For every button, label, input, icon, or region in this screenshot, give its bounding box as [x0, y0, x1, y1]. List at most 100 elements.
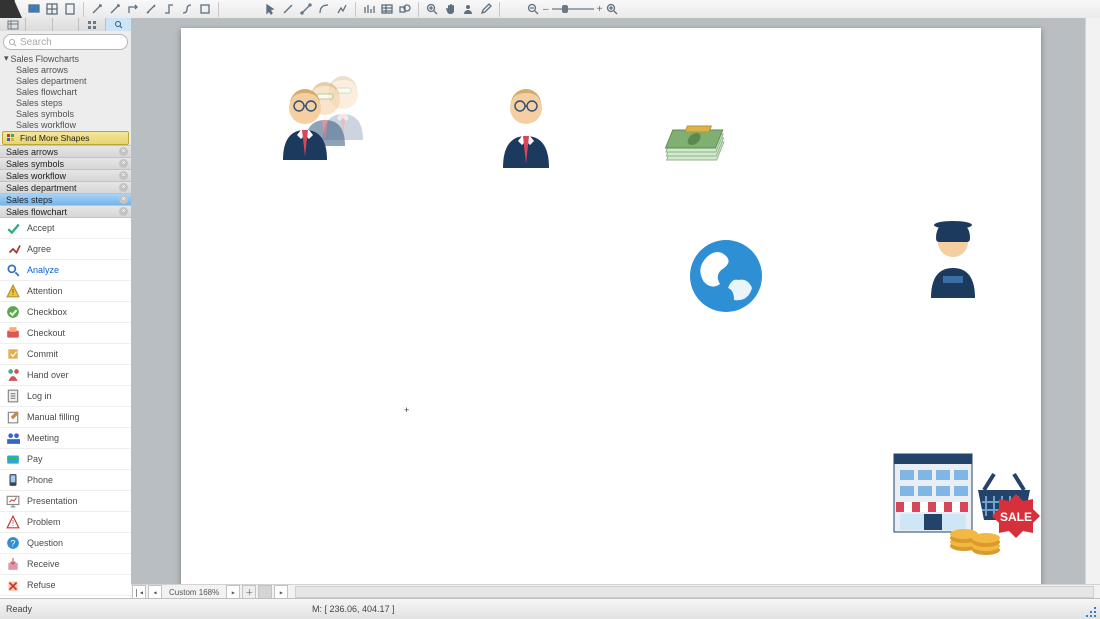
search-placeholder: Search	[20, 37, 52, 48]
shape-refuse[interactable]: Refuse	[0, 575, 131, 596]
shape-question[interactable]: ?Question	[0, 533, 131, 554]
shape-checkout[interactable]: Checkout	[0, 323, 131, 344]
library-tree: ▾ Sales Flowcharts Sales arrows Sales de…	[0, 53, 131, 130]
checkout-icon	[2, 324, 24, 342]
category-sales-flowchart[interactable]: Sales flowchart×	[0, 205, 131, 218]
shape-phone[interactable]: Phone	[0, 470, 131, 491]
horizontal-scrollbar[interactable]	[295, 586, 1094, 598]
drawing-page[interactable]: SALE +	[181, 28, 1041, 590]
shape-receive[interactable]: Receive	[0, 554, 131, 575]
presentation-icon	[2, 492, 24, 510]
tab-search-icon[interactable]	[106, 18, 131, 31]
tree-item[interactable]: Sales steps	[0, 97, 131, 108]
hand-icon[interactable]	[442, 2, 458, 17]
connector2-icon[interactable]	[107, 2, 123, 17]
status-mouse-coords: M: [ 236.06, 404.17 ]	[312, 604, 395, 614]
nav-end-button[interactable]: ▸	[274, 585, 288, 599]
store-sale-icon[interactable]: SALE	[888, 448, 1048, 558]
svg-text:?: ?	[10, 539, 15, 549]
document-tab[interactable]	[0, 0, 15, 18]
checkbox-icon	[2, 303, 24, 321]
tab-blank2[interactable]	[53, 18, 79, 31]
zoom-slider[interactable]: –+	[543, 4, 602, 15]
shape-list: AcceptAgreeAnalyze!AttentionCheckboxChec…	[0, 218, 131, 599]
zoom-out-icon[interactable]	[525, 2, 541, 17]
money-stack-icon[interactable]	[656, 122, 736, 170]
resize-grip-icon[interactable]	[1084, 603, 1100, 619]
zoom-in-icon[interactable]	[424, 2, 440, 17]
search-input[interactable]: Search	[3, 34, 128, 50]
phone-icon	[2, 471, 24, 489]
pointer-icon[interactable]	[262, 2, 278, 17]
attention-icon: !	[2, 282, 24, 300]
globe-icon[interactable]	[686, 236, 766, 316]
zoom-label: Custom 168%	[169, 588, 219, 597]
shape-commit[interactable]: Commit	[0, 344, 131, 365]
tab-blank1[interactable]	[26, 18, 52, 31]
grid-icon[interactable]	[44, 2, 60, 17]
shape-handover[interactable]: Hand over	[0, 365, 131, 386]
svg-text:SALE: SALE	[1000, 510, 1032, 524]
nav-first-button[interactable]: |◂	[132, 585, 146, 599]
refuse-icon	[2, 576, 24, 594]
shape-presentation[interactable]: Presentation	[0, 491, 131, 512]
connector7-icon[interactable]	[197, 2, 213, 17]
page-icon[interactable]	[62, 2, 78, 17]
vertical-scrollbar[interactable]	[1085, 18, 1100, 585]
tree-item[interactable]: Sales flowchart	[0, 86, 131, 97]
tree-item[interactable]: Sales workflow	[0, 119, 131, 130]
find-more-shapes-button[interactable]: Find More Shapes	[2, 131, 129, 145]
problem-icon: !	[2, 513, 24, 531]
svg-text:!: !	[12, 288, 14, 297]
connector5-icon[interactable]	[161, 2, 177, 17]
tab-library-icon[interactable]	[0, 18, 26, 31]
tree-item[interactable]: Sales symbols	[0, 108, 131, 119]
bottom-bar: |◂ ◂ Custom 168% ▸ ＋ ▸	[131, 584, 1100, 599]
connector4-icon[interactable]	[143, 2, 159, 17]
edit-icon[interactable]	[478, 2, 494, 17]
chart-icon[interactable]	[361, 2, 377, 17]
nav-prev-button[interactable]: ◂	[148, 585, 162, 599]
zoom-in2-icon[interactable]	[604, 2, 620, 17]
polyline-icon[interactable]	[334, 2, 350, 17]
shape-attention[interactable]: !Attention	[0, 281, 131, 302]
shape-problem[interactable]: !Problem	[0, 512, 131, 533]
add-page-button[interactable]: ＋	[242, 585, 256, 599]
analyze-icon	[2, 261, 24, 279]
pay-icon	[2, 450, 24, 468]
businessman-group-icon[interactable]	[271, 68, 381, 178]
slideshow-icon[interactable]	[26, 2, 42, 17]
curve-icon[interactable]	[316, 2, 332, 17]
shape-pay[interactable]: Pay	[0, 449, 131, 470]
shape-agree[interactable]: Agree	[0, 239, 131, 260]
shape-accept[interactable]: Accept	[0, 218, 131, 239]
shapes-icon[interactable]	[397, 2, 413, 17]
shape-analyze[interactable]: Analyze	[0, 260, 131, 281]
tree-root[interactable]: ▾ Sales Flowcharts	[0, 53, 131, 64]
shape-manual[interactable]: Manual filling	[0, 407, 131, 428]
commit-icon	[2, 345, 24, 363]
question-icon: ?	[2, 534, 24, 552]
connector3-icon[interactable]	[125, 2, 141, 17]
shape-meeting[interactable]: Meeting	[0, 428, 131, 449]
handover-icon	[2, 366, 24, 384]
line2-icon[interactable]	[298, 2, 314, 17]
user-icon[interactable]	[460, 2, 476, 17]
table-icon[interactable]	[379, 2, 395, 17]
status-bar: Ready M: [ 236.06, 404.17 ]	[0, 598, 1100, 619]
main-toolbar: –+	[0, 0, 1100, 19]
shape-login[interactable]: Log in	[0, 386, 131, 407]
nav-next-button[interactable]: ▸	[226, 585, 240, 599]
line1-icon[interactable]	[280, 2, 296, 17]
page-thumb[interactable]	[258, 585, 272, 599]
tree-item[interactable]: Sales department	[0, 75, 131, 86]
connector1-icon[interactable]	[89, 2, 105, 17]
cursor-marker: +	[404, 405, 409, 415]
agree-icon	[2, 240, 24, 258]
tree-item[interactable]: Sales arrows	[0, 64, 131, 75]
businessman-icon[interactable]	[493, 84, 559, 174]
tab-grid-icon[interactable]	[79, 18, 105, 31]
worker-icon[interactable]	[921, 212, 985, 302]
shape-checkbox[interactable]: Checkbox	[0, 302, 131, 323]
connector6-icon[interactable]	[179, 2, 195, 17]
